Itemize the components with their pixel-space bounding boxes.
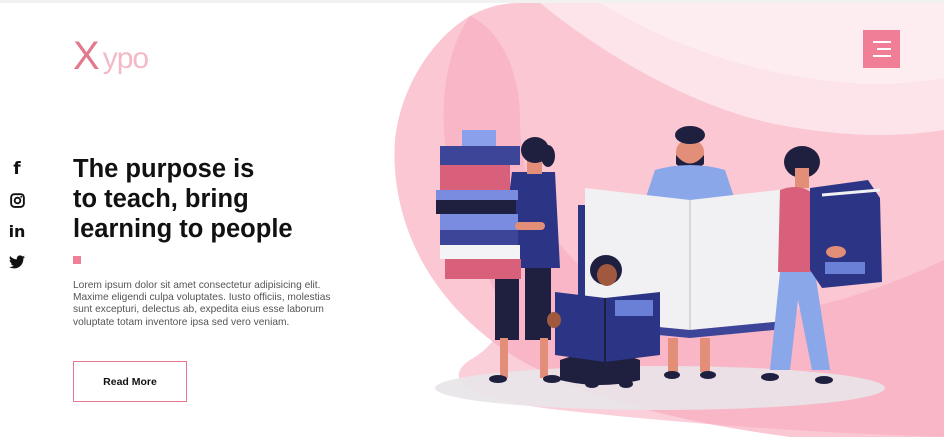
hero-title-line: The purpose is [73,155,255,183]
facebook-icon[interactable]: f [8,159,26,179]
hero-title-line: to teach, bring [73,185,249,213]
hero-description: Lorem ipsum dolor sit amet consectetur a… [73,280,331,328]
social-links: f in [8,159,26,284]
logo-mark: X [73,34,100,78]
logo-wordmark: ypo [102,42,149,75]
linkedin-icon[interactable]: in [8,222,26,241]
person-with-navy-book [761,146,882,384]
hero-title: The purpose is to teach, bring learning … [73,154,363,244]
brand-logo[interactable]: X ypo [73,34,149,78]
menu-icon [873,41,891,43]
menu-button[interactable] [863,30,900,68]
twitter-icon[interactable] [8,253,26,271]
person-with-book-stack [436,130,561,383]
instagram-icon[interactable] [8,191,26,209]
hero-title-line: learning to people [73,215,293,243]
menu-icon-bar [877,48,891,50]
accent-square [73,256,81,264]
menu-icon-bar [873,55,891,57]
read-more-button[interactable]: Read More [73,361,187,402]
